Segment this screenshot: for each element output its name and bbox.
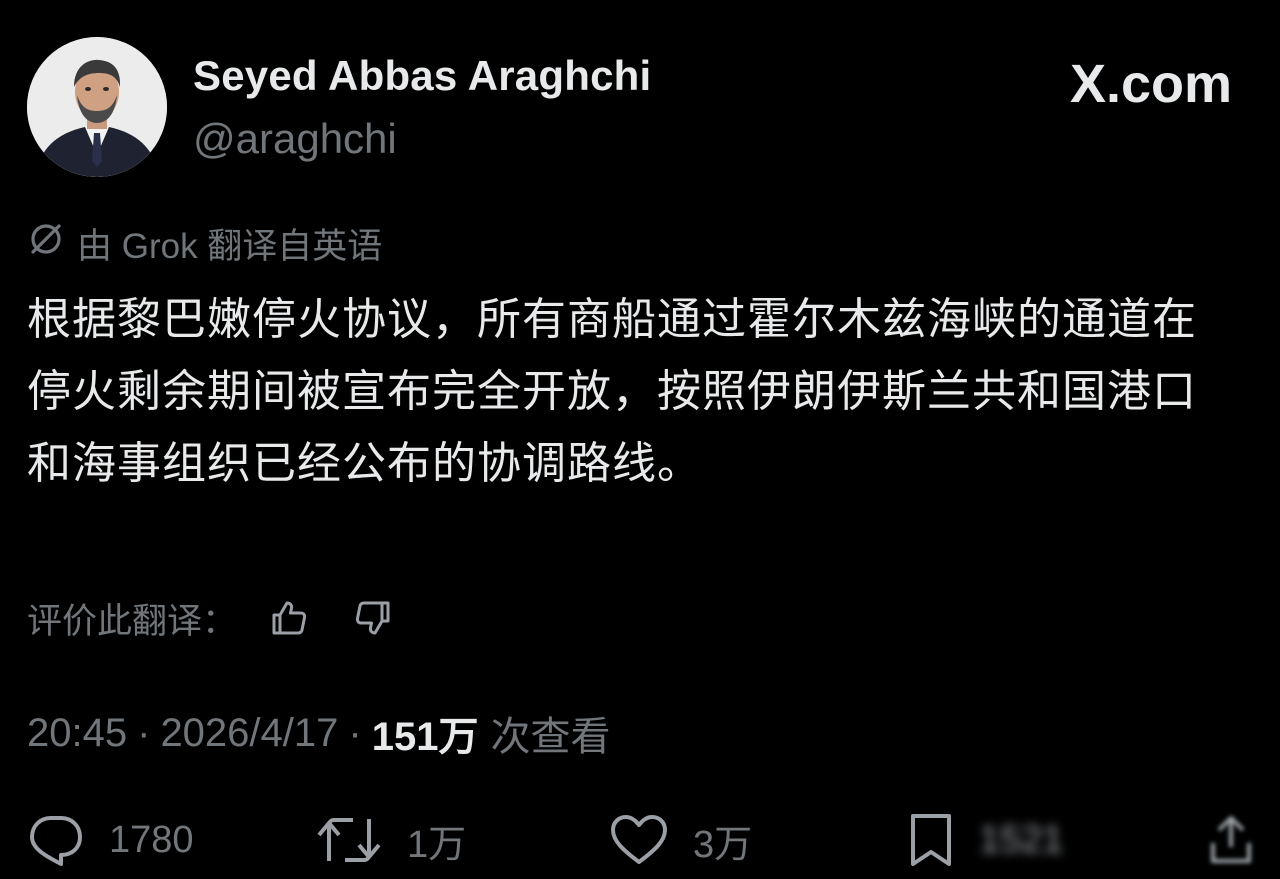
post-text: 根据黎巴嫩停火协议，所有商船通过霍尔木兹海峡的通道在停火剩余期间被宣布完全开放，… [27, 294, 1197, 489]
like-count: 3万 [693, 823, 753, 866]
rate-label: 评价此翻译： [27, 601, 238, 641]
author-name[interactable]: Seyed Abbas Araghchi [193, 52, 651, 100]
post-time[interactable]: 20:45 [27, 711, 127, 756]
separator-dot: · [137, 710, 151, 755]
thumbs-down-icon [355, 601, 390, 635]
action-bar: 1780 1万 3万 1521 [27, 810, 1267, 870]
rate-translation: 评价此翻译： [27, 590, 395, 646]
views-count[interactable]: 151万 [372, 704, 479, 762]
bookmark-button[interactable]: 1521 [907, 810, 1064, 870]
translation-note-text: 由 Grok 翻译自英语 [77, 226, 383, 266]
share-icon [1211, 816, 1251, 863]
post-meta: 20:45 · 2026/4/17 · 151万 次查看 [27, 705, 610, 761]
repost-count: 1万 [407, 823, 467, 866]
share-button[interactable] [1207, 810, 1255, 870]
heart-icon [611, 815, 667, 864]
bookmark-count: 1521 [979, 818, 1064, 861]
repost-icon [317, 818, 381, 862]
brand-logo: X.com [1069, 54, 1232, 114]
translation-note: 由 Grok 翻译自英语 [27, 218, 382, 268]
like-button[interactable]: 3万 [609, 810, 752, 870]
thumbs-up-button[interactable] [267, 596, 311, 640]
thumbs-up-icon [272, 601, 307, 635]
reply-count: 1780 [109, 818, 194, 861]
bookmark-icon [911, 814, 951, 866]
avatar[interactable] [27, 37, 167, 177]
post-date[interactable]: 2026/4/17 [160, 711, 338, 756]
brand: X.com [1069, 54, 1232, 114]
profile-photo [27, 37, 167, 177]
views-label: 次查看 [490, 715, 611, 759]
repost-button[interactable]: 1万 [315, 810, 466, 870]
separator-dot: · [348, 710, 362, 755]
reply-button[interactable]: 1780 [27, 810, 194, 870]
translate-icon [27, 220, 65, 267]
reply-icon [30, 816, 82, 866]
thumbs-down-button[interactable] [351, 596, 395, 640]
author-handle[interactable]: @araghchi [193, 115, 397, 163]
